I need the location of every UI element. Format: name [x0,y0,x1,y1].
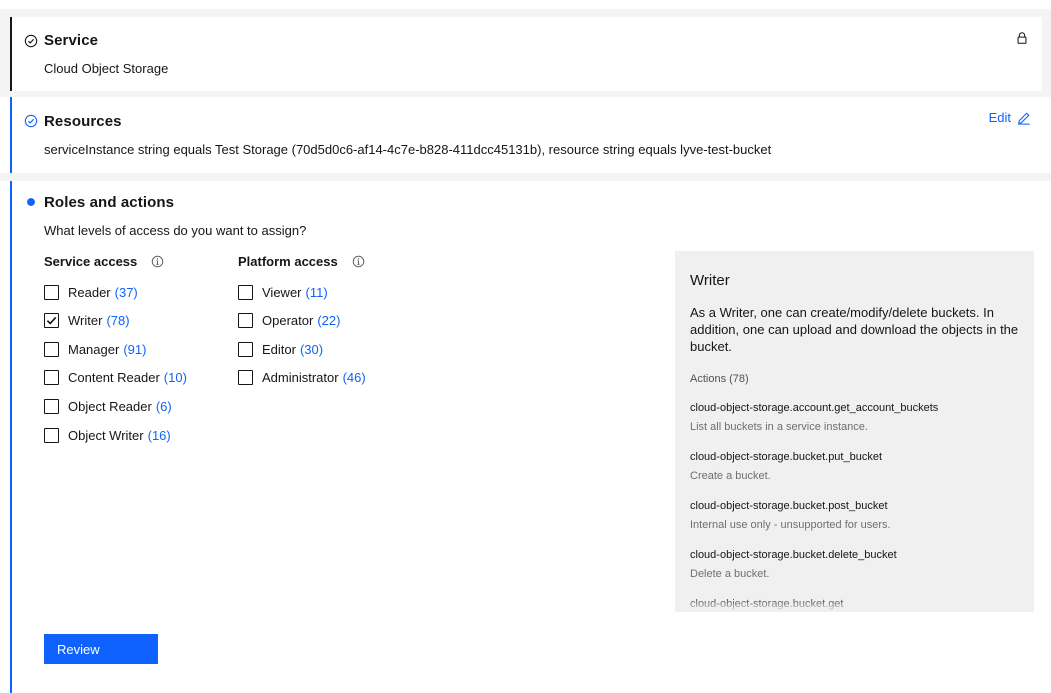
action-name: cloud-object-storage.bucket.delete_bucke… [690,549,897,561]
service-section-bar [10,17,12,91]
lock-icon[interactable] [1015,31,1029,45]
checkbox[interactable] [238,284,253,300]
edit-resources-link[interactable]: Edit [989,110,1031,125]
checkmark-outline-icon [24,114,38,128]
top-strip [0,0,1051,9]
roles-section-bar [10,181,12,693]
action-item: cloud-object-storage.bucket.post_bucket I… [690,500,891,531]
role-action-count[interactable]: (37) [115,285,138,300]
role-action-count[interactable]: (46) [343,370,366,385]
service-access-label: Service access [44,254,138,269]
service-section: Service Cloud Object Storage [10,17,1042,91]
action-item: cloud-object-storage.bucket.delete_bucke… [690,549,897,580]
checkbox[interactable] [238,341,253,357]
role-label: Editor [262,341,296,357]
role-checkbox-row[interactable]: Operator (22) [238,312,340,330]
action-description: Create a bucket. [690,470,771,482]
action-name: cloud-object-storage.account.get_account… [690,402,939,414]
information-icon[interactable] [151,255,164,268]
role-label: Administrator [262,370,339,386]
roles-title: Roles and actions [44,194,175,211]
role-label: Viewer [262,284,302,300]
resources-section: Resources serviceInstance string equals … [10,97,1042,173]
action-description: Delete a bucket. [690,568,770,580]
role-checkbox-row[interactable]: Writer (78) [44,312,130,330]
role-label: Object Writer [68,427,144,443]
role-action-count[interactable]: (91) [123,342,146,357]
role-detail-panel[interactable]: Writer As a Writer, one can create/modif… [675,251,1034,612]
checkbox[interactable] [44,398,59,414]
action-name: cloud-object-storage.bucket.put_bucket [690,451,883,463]
role-checkbox-row[interactable]: Manager (91) [44,340,146,358]
pencil-icon [1018,112,1030,125]
checkbox[interactable] [44,341,59,357]
role-checkbox-row[interactable]: Viewer (11) [238,283,328,301]
edit-label: Edit [988,110,1011,125]
checkmark-icon [46,316,57,325]
role-label: Writer [68,313,103,329]
resources-title: Resources [44,113,122,130]
resources-section-bar [10,97,12,173]
panel-actions-count: Actions (78) [690,373,749,385]
action-description: Internal use only - unsupported for user… [690,519,891,531]
panel-description: As a Writer, one can create/modify/delet… [690,305,1019,354]
action-item: cloud-object-storage.bucket.put_bucket Cr… [690,451,882,482]
checkbox-checked[interactable] [44,313,59,329]
band [0,173,1051,181]
role-label: Reader [68,284,111,300]
role-checkbox-row[interactable]: Editor (30) [238,340,323,358]
role-action-count[interactable]: (16) [148,428,171,443]
action-item: cloud-object-storage.account.get_account… [690,402,938,433]
role-label: Object Reader [68,398,152,414]
panel-fade [675,596,1034,612]
role-action-count[interactable]: (11) [306,285,328,300]
role-label: Content Reader [68,370,160,386]
role-action-count[interactable]: (22) [317,313,340,328]
checkbox[interactable] [238,370,253,386]
platform-access-heading: Platform access [238,254,365,269]
role-action-count[interactable]: (6) [156,399,172,414]
role-checkbox-row[interactable]: Reader (37) [44,283,138,301]
checkbox[interactable] [44,284,59,300]
action-name: cloud-object-storage.bucket.post_bucket [690,500,888,512]
role-checkbox-row[interactable]: Object Reader (6) [44,397,172,415]
checkbox[interactable] [44,370,59,386]
review-button[interactable]: Review [44,634,158,664]
role-action-count[interactable]: (10) [164,370,187,385]
platform-access-label: Platform access [238,254,338,269]
checkbox[interactable] [44,427,59,443]
role-checkbox-row[interactable]: Object Writer (16) [44,426,171,444]
roles-question: What levels of access do you want to ass… [44,223,307,238]
filled-dot-icon [27,198,35,206]
service-access-heading: Service access [44,254,164,269]
panel-title: Writer [690,272,730,289]
resources-value: serviceInstance string equals Test Stora… [44,142,772,157]
role-checkbox-row[interactable]: Administrator (46) [238,369,366,387]
information-icon[interactable] [352,255,365,268]
role-label: Manager [68,341,120,357]
role-action-count[interactable]: (78) [106,313,129,328]
action-description: List all buckets in a service instance. [690,421,868,433]
role-label: Operator [262,313,314,329]
checkbox[interactable] [238,313,253,329]
role-action-count[interactable]: (30) [300,342,323,357]
service-title: Service [44,32,99,49]
service-value: Cloud Object Storage [44,61,169,76]
checkmark-outline-icon [24,34,38,48]
role-checkbox-row[interactable]: Content Reader (10) [44,369,187,387]
